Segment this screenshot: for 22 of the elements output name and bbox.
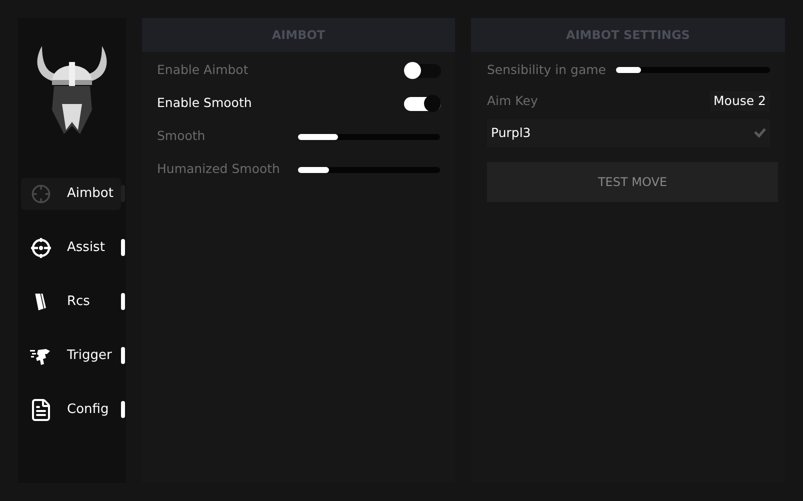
toggle-switch[interactable] — [404, 96, 441, 110]
toggle-switch[interactable] — [404, 64, 441, 78]
nav-label: Trigger — [67, 347, 112, 366]
nav-label: Aimbot — [67, 185, 114, 204]
slider[interactable] — [298, 166, 440, 172]
test-move-button[interactable]: TEST MOVE — [487, 162, 778, 202]
slider[interactable] — [616, 67, 770, 73]
setting-label: Sensibility in game — [487, 60, 606, 79]
nav-label: Rcs — [67, 293, 90, 312]
setting-label: Enable Aimbot — [157, 61, 248, 80]
key-bind-button[interactable]: Mouse 2 — [710, 91, 770, 111]
profile-dropdown[interactable]: Purpl3 — [487, 119, 770, 147]
setting-label: Humanized Smooth — [157, 160, 280, 178]
document-icon — [29, 398, 53, 422]
nav-label: Assist — [67, 239, 105, 258]
crosshair-icon — [29, 236, 53, 260]
slider[interactable] — [298, 134, 440, 140]
crosshair-icon — [31, 184, 51, 204]
setting-label: Smooth — [157, 127, 206, 146]
nav-label: Config — [67, 401, 109, 420]
setting-label: Enable Smooth — [157, 94, 252, 112]
setting-label: Aim Key — [487, 92, 538, 110]
